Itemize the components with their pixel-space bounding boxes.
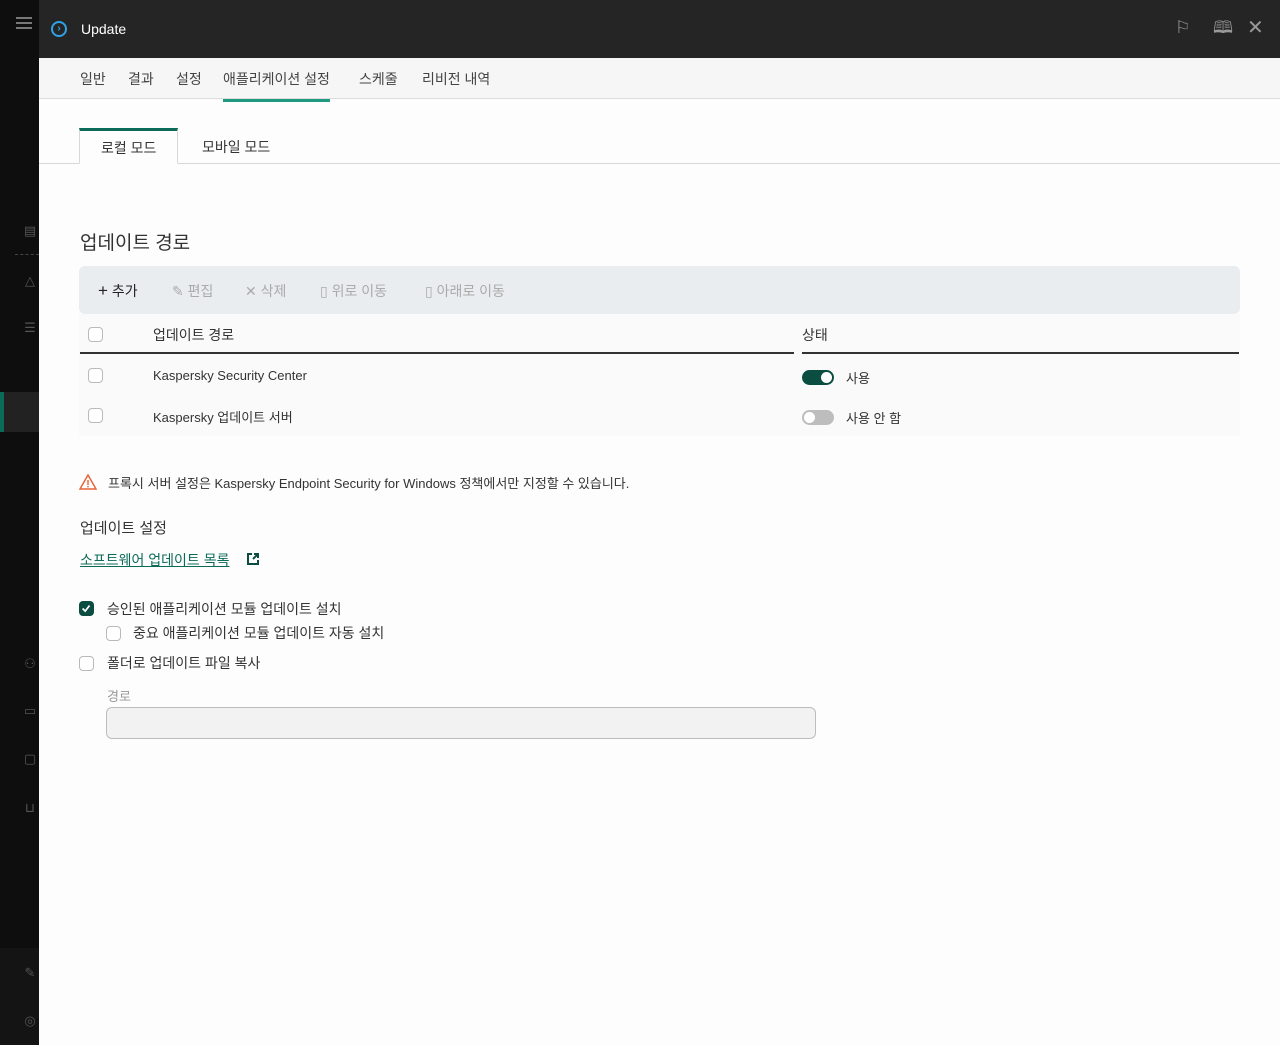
column-header-path: 업데이트 경로 <box>153 327 235 343</box>
path-label: 경로 <box>107 689 131 704</box>
tab-local-mode[interactable]: 로컬 모드 <box>79 128 179 164</box>
close-icon[interactable]: ✕ <box>1247 18 1264 38</box>
tree-icon[interactable]: ☰ <box>22 321 38 335</box>
sidebar: ▤ △ ☰ ⚇ ▭ ▢ ⊔ ✎ ◎ <box>0 0 39 1045</box>
install-approved-modules-label: 승인된 애플리케이션 모듈 업데이트 설치 <box>107 601 342 617</box>
device-settings-icon[interactable]: ▭ <box>22 704 38 718</box>
move-down-button[interactable]: ▯ 아래로 이동 <box>425 281 505 301</box>
divider <box>145 352 794 354</box>
row-checkbox[interactable] <box>88 408 103 423</box>
plus-icon: + <box>98 281 108 300</box>
tab-revision-history[interactable]: 리비전 내역 <box>422 69 490 99</box>
basket-icon[interactable]: ⊔ <box>22 801 38 815</box>
book-icon[interactable]: 🕮 <box>1213 19 1233 37</box>
arrow-up-icon: ▯ <box>320 283 328 299</box>
tab-mobile-mode[interactable]: 모바일 모드 <box>181 128 291 164</box>
row-path: Kaspersky Security Center <box>153 368 307 383</box>
divider <box>80 352 145 354</box>
copy-to-folder-checkbox[interactable] <box>79 656 94 671</box>
tab-general[interactable]: 일반 <box>80 69 106 99</box>
menu-icon[interactable] <box>16 17 32 29</box>
row-path: Kaspersky 업데이트 서버 <box>153 410 293 425</box>
move-up-label: 위로 이동 <box>331 283 388 299</box>
task-icon: › <box>51 21 67 37</box>
sidebar-bottom: ✎ ◎ <box>0 948 39 1045</box>
edit-label: 편집 <box>187 283 214 299</box>
install-approved-modules-checkbox[interactable] <box>79 601 94 616</box>
divider <box>15 254 39 255</box>
account-icon[interactable]: ◎ <box>22 1014 38 1028</box>
move-up-button[interactable]: ▯ 위로 이동 <box>320 281 387 301</box>
tab-bar: 일반 결과 설정 애플리케이션 설정 스케줄 리비전 내역 <box>39 58 1280 102</box>
copy-to-folder-label: 폴더로 업데이트 파일 복사 <box>107 655 261 671</box>
tab-results[interactable]: 결과 <box>128 69 154 99</box>
divider <box>802 352 1239 354</box>
external-link-icon[interactable] <box>246 552 260 566</box>
add-button[interactable]: + 추가 <box>98 281 138 301</box>
x-icon: ✕ <box>245 283 257 299</box>
pencil-icon: ✎ <box>172 283 184 299</box>
move-down-label: 아래로 이동 <box>436 283 505 299</box>
proxy-warning: 프록시 서버 설정은 Kaspersky Endpoint Security f… <box>108 476 630 491</box>
row-status: 사용 <box>846 371 870 386</box>
add-label: 추가 <box>111 283 138 299</box>
server-icon[interactable]: ▤ <box>22 224 38 238</box>
edit-button[interactable]: ✎ 편집 <box>172 281 213 301</box>
section-title: 업데이트 경로 <box>80 233 191 254</box>
select-all-checkbox[interactable] <box>88 327 103 342</box>
wrench-icon[interactable]: ✎ <box>22 966 38 980</box>
flag-icon[interactable]: ⚐ <box>1175 19 1190 37</box>
delete-label: 삭제 <box>260 283 287 299</box>
column-header-status: 상태 <box>802 327 828 343</box>
update-settings-title: 업데이트 설정 <box>80 520 167 537</box>
user-icon[interactable]: ⚇ <box>22 657 38 671</box>
warning-icon <box>79 474 97 490</box>
status-toggle[interactable] <box>802 410 834 425</box>
tab-schedule[interactable]: 스케줄 <box>359 69 398 99</box>
update-sources-table: 업데이트 경로 상태 Kaspersky Security Center 사용 … <box>79 314 1240 436</box>
auto-install-critical-label: 중요 애플리케이션 모듈 업데이트 자동 설치 <box>133 625 385 641</box>
tab-settings[interactable]: 설정 <box>176 69 202 99</box>
monitor-icon[interactable]: ▢ <box>22 752 38 766</box>
row-status: 사용 안 함 <box>846 411 902 426</box>
warning-icon[interactable]: △ <box>22 274 38 288</box>
check-icon <box>81 604 91 613</box>
tab-application-settings[interactable]: 애플리케이션 설정 <box>223 69 330 102</box>
mode-tabs: 로컬 모드 모바일 모드 <box>39 128 1280 164</box>
auto-install-critical-checkbox[interactable] <box>106 626 121 641</box>
row-checkbox[interactable] <box>88 368 103 383</box>
header: › Update ⚐ 🕮 ✕ <box>39 0 1280 58</box>
page-title: Update <box>81 21 127 37</box>
arrow-down-icon: ▯ <box>425 283 433 299</box>
delete-button[interactable]: ✕ 삭제 <box>245 281 286 301</box>
status-toggle[interactable] <box>802 370 834 385</box>
sidebar-item-active[interactable] <box>0 392 39 432</box>
software-updates-link[interactable]: 소프트웨어 업데이트 목록 <box>80 550 229 570</box>
toolbar: + 추가 ✎ 편집 ✕ 삭제 ▯ 위로 이동 ▯ 아래로 이동 <box>79 266 1240 314</box>
path-input[interactable] <box>106 707 816 739</box>
